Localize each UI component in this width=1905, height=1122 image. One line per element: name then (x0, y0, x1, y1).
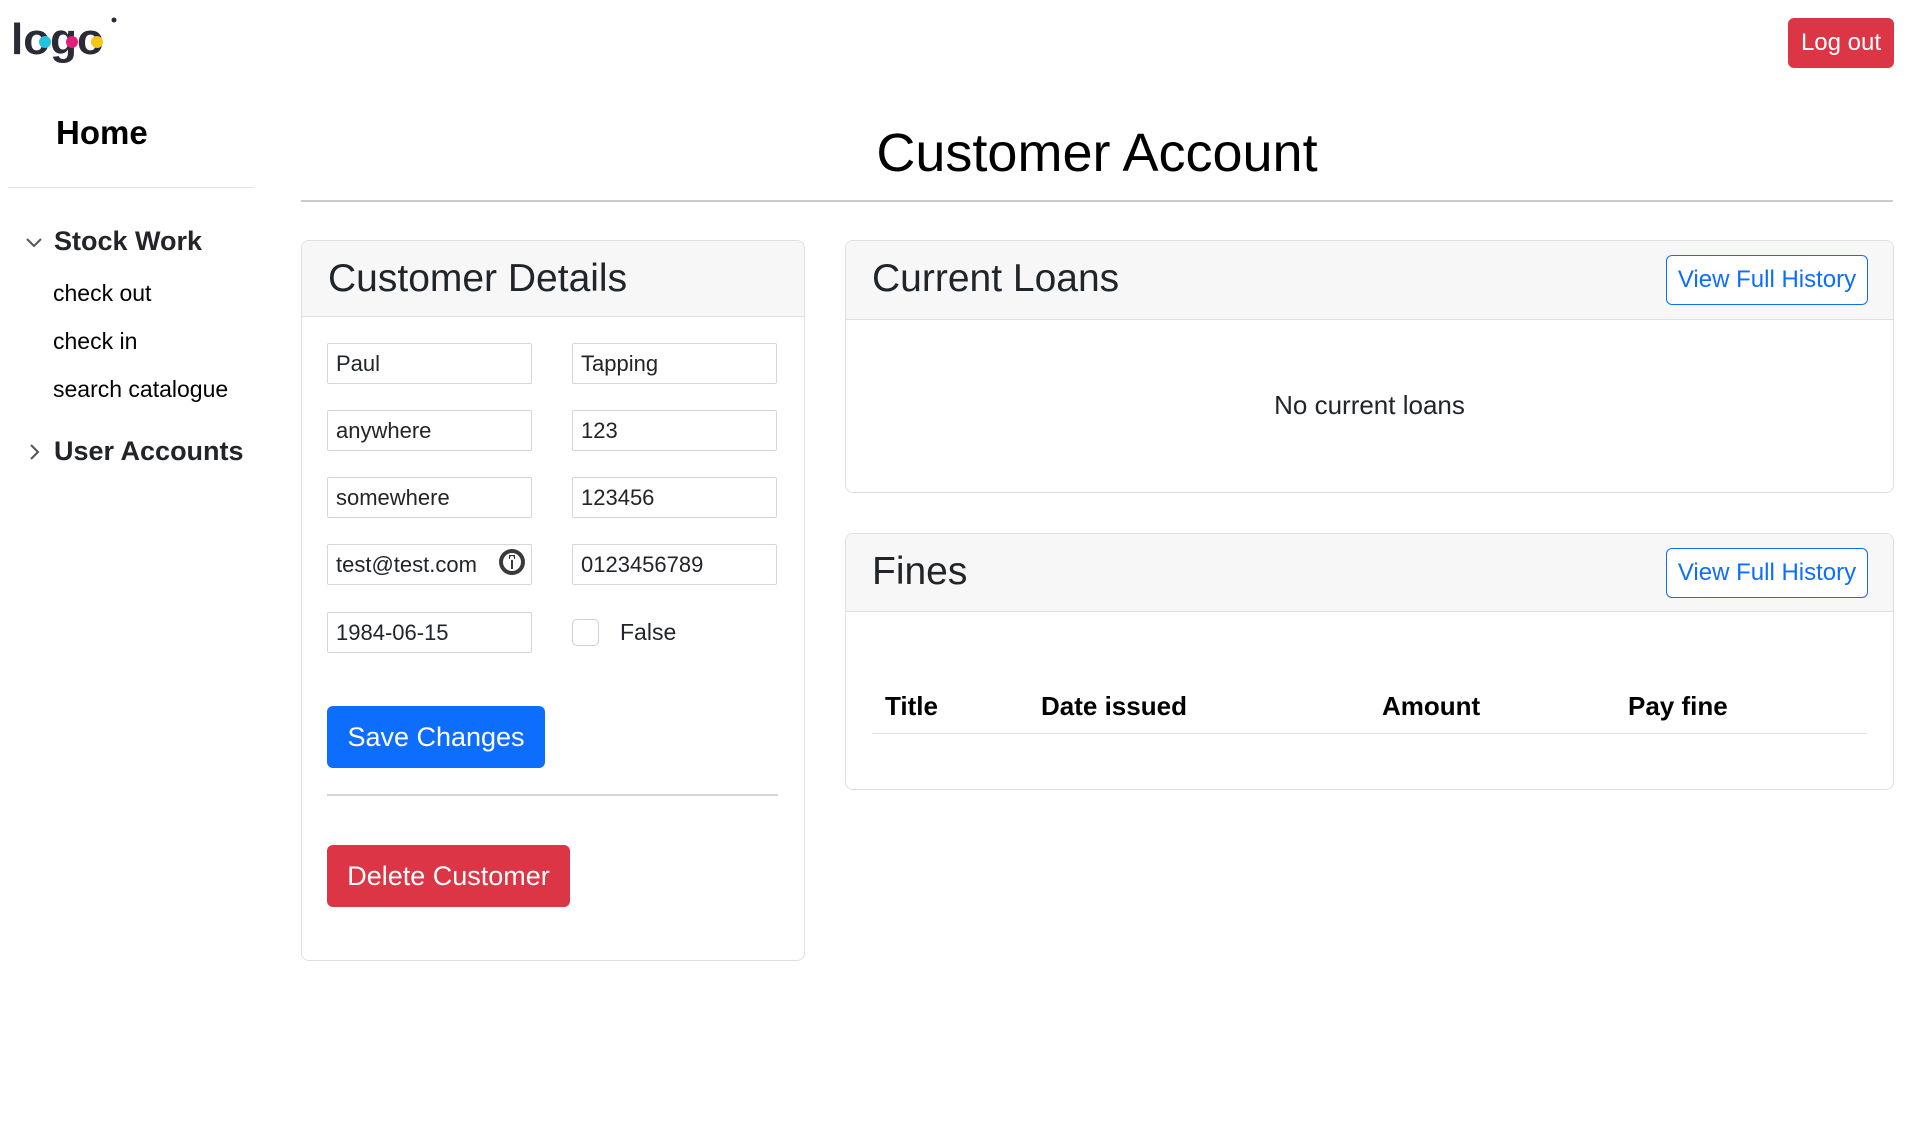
no-loans-message: No current loans (1274, 390, 1465, 420)
sidebar-home-link[interactable]: Home (56, 114, 148, 152)
title-divider (301, 200, 1893, 202)
sidebar-group-user-accounts[interactable]: User Accounts (22, 436, 244, 467)
address-line1-field[interactable]: anywhere (327, 410, 532, 451)
sidebar-group-label: User Accounts (54, 436, 244, 466)
fines-column-pay-fine: Pay fine (1628, 691, 1728, 721)
phone-field[interactable]: 0123456789 (572, 544, 777, 585)
sidebar-group-stock-work[interactable]: Stock Work (22, 226, 202, 257)
fines-header: Fines View Full History (846, 534, 1893, 612)
house-number-field[interactable]: 123 (572, 410, 777, 451)
fines-column-date-issued: Date issued (1041, 691, 1187, 721)
sidebar-item-search-catalogue[interactable]: search catalogue (53, 376, 228, 403)
last-name-field[interactable]: Tapping (572, 343, 777, 384)
customer-details-title: Customer Details (328, 257, 628, 300)
flag-checkbox-label: False (620, 619, 677, 645)
password-manager-icon[interactable] (497, 547, 527, 583)
delete-customer-button[interactable]: Delete Customer (327, 845, 570, 907)
current-loans-card: Current Loans View Full History (845, 240, 1894, 493)
sidebar-item-check-in[interactable]: check in (53, 328, 137, 355)
page-title: Customer Account (876, 123, 1318, 183)
logo-dot-pink (66, 36, 78, 48)
first-name-field[interactable]: Paul (327, 343, 532, 384)
sidebar-group-label: Stock Work (54, 226, 203, 256)
save-changes-button[interactable]: Save Changes (327, 706, 545, 768)
chevron-down-icon (22, 230, 46, 254)
sidebar-item-check-out[interactable]: check out (53, 280, 151, 307)
fines-table-header-divider (872, 733, 1867, 734)
email-value: test@test.com (336, 551, 477, 577)
fines-view-history-button[interactable]: View Full History (1666, 548, 1868, 598)
address-line2-field[interactable]: somewhere (327, 477, 532, 518)
current-loans-title: Current Loans (872, 257, 1120, 300)
logout-button[interactable]: Log out (1788, 18, 1894, 68)
chevron-right-icon (22, 440, 46, 464)
fines-column-amount: Amount (1382, 691, 1481, 721)
dob-field[interactable]: 1984-06-15 (327, 612, 532, 653)
sidebar-divider (8, 187, 254, 188)
loans-view-history-button[interactable]: View Full History (1666, 255, 1868, 305)
flag-checkbox[interactable] (572, 619, 599, 646)
logo-text: logo (11, 15, 104, 64)
form-divider (327, 794, 778, 796)
fines-card: Fines View Full History (845, 533, 1894, 790)
logo-dot-cyan (39, 36, 51, 48)
logo-mark-dot (111, 17, 117, 23)
email-field[interactable]: test@test.com (327, 544, 532, 585)
logo[interactable]: logo (11, 14, 119, 72)
customer-details-header: Customer Details (302, 241, 804, 317)
current-loans-header: Current Loans View Full History (846, 241, 1893, 320)
fines-column-title: Title (885, 691, 938, 721)
logo-dot-yellow (91, 36, 103, 48)
fines-title: Fines (872, 550, 968, 593)
postcode-field[interactable]: 123456 (572, 477, 777, 518)
logo-graphic: logo (11, 15, 117, 64)
